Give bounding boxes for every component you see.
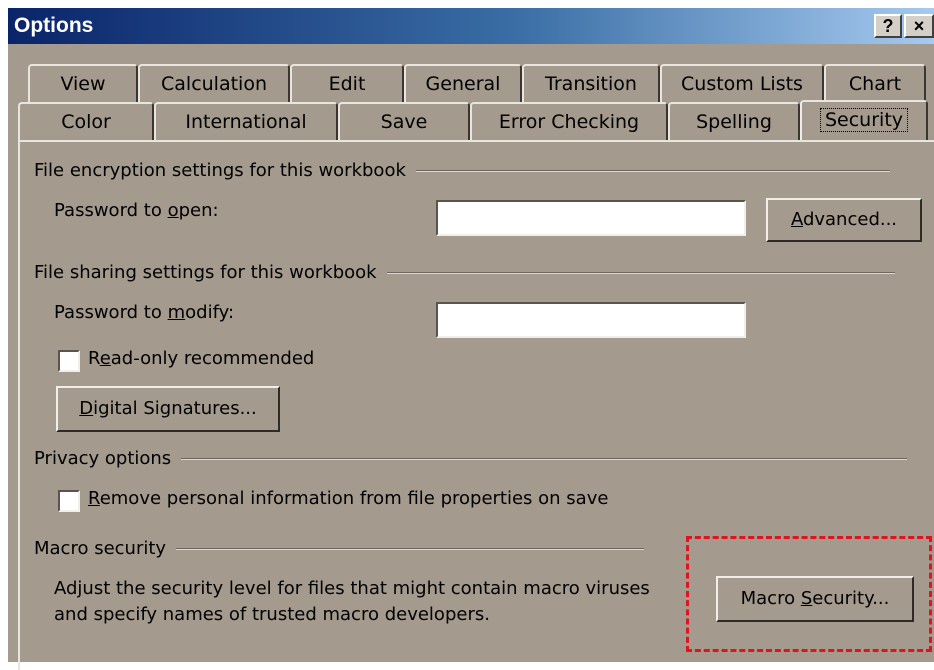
- tab-calculation[interactable]: Calculation: [138, 64, 290, 104]
- tab-edit[interactable]: Edit: [290, 64, 404, 104]
- tab-transition[interactable]: Transition: [522, 64, 660, 104]
- tab-save[interactable]: Save: [338, 102, 470, 142]
- password-modify-label: Password to modify:: [54, 302, 235, 323]
- close-icon: ×: [913, 16, 925, 36]
- password-open-label: Password to open:: [54, 200, 219, 221]
- remove-personal-info-checkbox[interactable]: [58, 490, 80, 512]
- password-modify-input[interactable]: [436, 302, 746, 338]
- macro-description: Adjust the security level for files that…: [54, 578, 650, 625]
- read-only-label[interactable]: Read-only recommended: [88, 348, 314, 369]
- tab-custom-lists[interactable]: Custom Lists: [660, 64, 824, 104]
- tab-spelling[interactable]: Spelling: [668, 102, 800, 142]
- tab-general[interactable]: General: [404, 64, 522, 104]
- password-open-input[interactable]: [436, 200, 746, 236]
- title-bar[interactable]: Options ? ×: [8, 8, 934, 44]
- macro-group-title: Macro security: [34, 538, 645, 559]
- tab-security[interactable]: Security: [800, 100, 928, 142]
- tab-color[interactable]: Color: [18, 102, 154, 142]
- macro-security-highlight: [686, 536, 932, 652]
- privacy-group-title: Privacy options: [34, 448, 908, 469]
- advanced-button[interactable]: Advanced...: [766, 198, 922, 242]
- tab-international[interactable]: International: [154, 102, 338, 142]
- window-title: Options: [14, 14, 94, 37]
- help-button[interactable]: ?: [874, 14, 902, 38]
- digital-signatures-button[interactable]: Digital Signatures...: [56, 386, 280, 432]
- encryption-group-title: File encryption settings for this workbo…: [34, 160, 890, 181]
- read-only-checkbox[interactable]: [58, 350, 80, 372]
- close-button[interactable]: ×: [904, 14, 934, 38]
- remove-personal-info-label[interactable]: Remove personal information from file pr…: [88, 488, 608, 509]
- tab-error-checking[interactable]: Error Checking: [470, 102, 668, 142]
- tab-view[interactable]: View: [28, 64, 138, 104]
- tab-chart[interactable]: Chart: [824, 64, 926, 104]
- sharing-group-title: File sharing settings for this workbook: [34, 262, 895, 283]
